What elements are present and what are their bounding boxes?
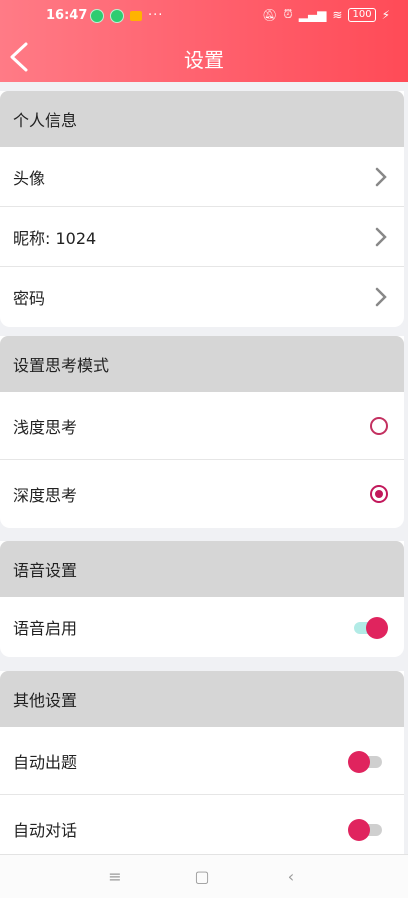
password-row[interactable]: 密码 (0, 267, 404, 327)
alarm-icon: ⏰︎ (283, 7, 293, 21)
toggle-thumb (366, 617, 388, 639)
chevron-right-icon (375, 287, 387, 307)
section-personal-info: 个人信息 头像 昵称: 1024 密码 (0, 91, 404, 327)
menu-icon[interactable]: ≡ (105, 867, 125, 887)
row-label: 昵称: 1024 (13, 228, 97, 248)
chevron-right-icon (375, 167, 387, 186)
row-label: 深度思考 (13, 486, 78, 505)
shallow-thinking-option[interactable]: 浅度思考 (0, 392, 404, 460)
status-bar: 16:47 ··· 🔕︎ ⏰︎ ▂▄▆ ≋ 100 ⚡︎ (0, 0, 408, 32)
radio-button-selected[interactable] (370, 485, 388, 503)
auto-dialog-row: 自动对话 (0, 795, 404, 863)
section-title: 个人信息 (0, 91, 404, 147)
notification-icons: ··· (90, 8, 163, 23)
deep-thinking-option[interactable]: 深度思考 (0, 460, 404, 528)
mute-icon: 🔕︎ (262, 7, 278, 22)
page-title: 设置 (184, 48, 224, 72)
section-thinking-mode: 设置思考模式 浅度思考 深度思考 (0, 336, 404, 528)
nickname-row[interactable]: 昵称: 1024 (0, 207, 404, 267)
section-title: 设置思考模式 (0, 336, 404, 392)
voice-enable-row: 语音启用 (0, 597, 404, 657)
auto-question-row: 自动出题 (0, 727, 404, 795)
avatar-row[interactable]: 头像 (0, 147, 404, 207)
home-icon[interactable]: ▢ (192, 867, 212, 887)
system-nav-bar: ≡ ▢ ‹ (0, 854, 408, 898)
system-icons: 🔕︎ ⏰︎ ▂▄▆ ≋ 100 ⚡︎ (262, 7, 390, 22)
message-icon (130, 10, 142, 21)
back-icon[interactable]: ‹ (281, 867, 301, 887)
toggle-thumb (348, 819, 370, 841)
section-other-settings: 其他设置 自动出题 自动对话 (0, 671, 404, 863)
signal-icon: ▂▄▆ (298, 7, 327, 22)
app-notification-icon-2 (110, 8, 124, 23)
top-bar: 16:47 ··· 🔕︎ ⏰︎ ▂▄▆ ≋ 100 ⚡︎ 设置 (0, 0, 408, 82)
row-label: 自动对话 (13, 821, 78, 840)
radio-button-unselected[interactable] (370, 416, 388, 435)
status-time: 16:47 (46, 8, 88, 23)
section-title: 语音设置 (0, 541, 404, 597)
section-voice-settings: 语音设置 语音启用 (0, 541, 404, 657)
row-label: 自动出题 (13, 752, 78, 772)
row-label: 头像 (13, 168, 46, 188)
battery-icon: 100 (348, 7, 376, 22)
row-label: 密码 (13, 289, 46, 308)
app-notification-icon (90, 8, 104, 23)
voice-enable-toggle[interactable] (348, 615, 388, 639)
row-label: 浅度思考 (13, 417, 78, 437)
wifi-icon: ≋ (332, 7, 343, 22)
chevron-right-icon (375, 227, 387, 246)
row-label: 语音启用 (13, 619, 78, 638)
section-title: 其他设置 (0, 671, 404, 727)
charging-icon: ⚡︎ (381, 7, 390, 22)
auto-question-toggle[interactable] (348, 749, 388, 773)
header: 设置 (0, 32, 408, 82)
toggle-thumb (348, 750, 370, 773)
more-notifications-icon: ··· (148, 8, 164, 23)
auto-dialog-toggle[interactable] (348, 817, 388, 841)
